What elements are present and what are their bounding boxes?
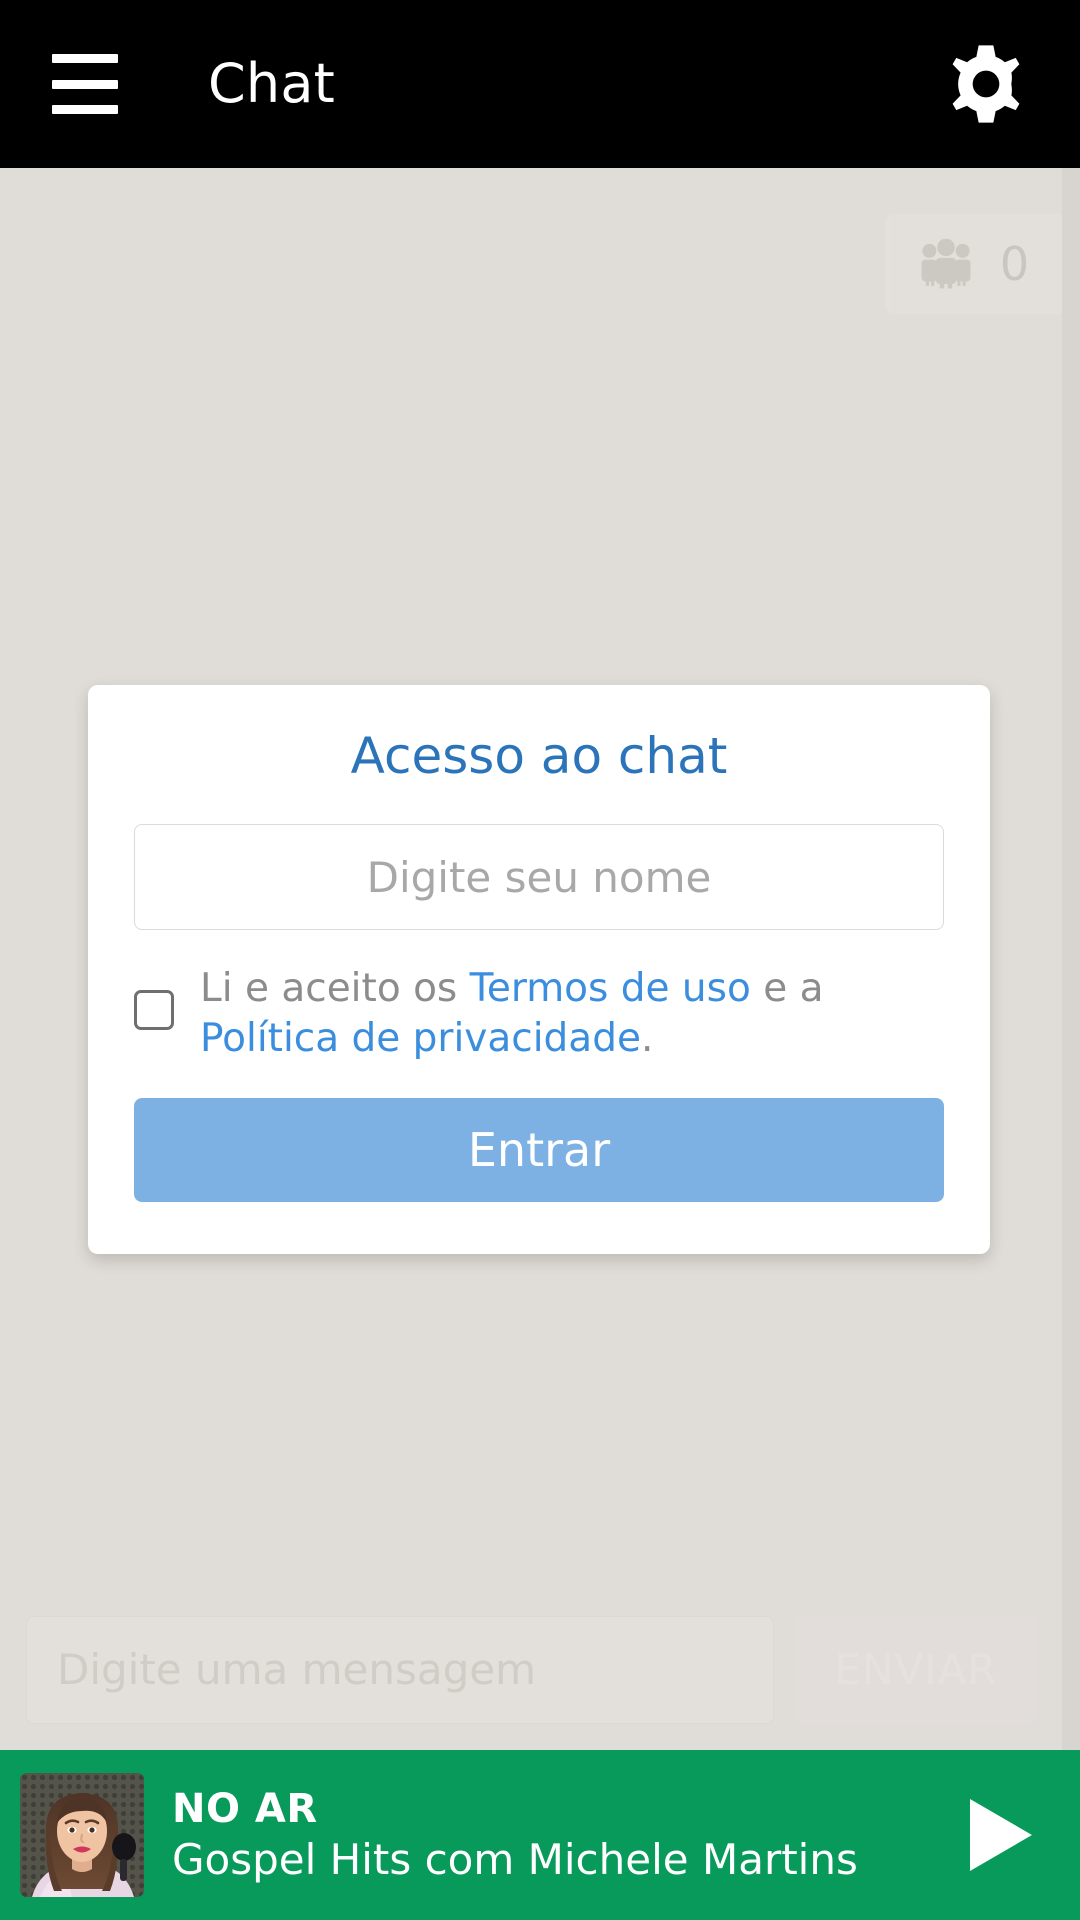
program-thumbnail xyxy=(20,1773,144,1897)
modal-title: Acesso ao chat xyxy=(350,727,728,785)
gear-icon xyxy=(952,45,1020,123)
terms-text: Li e aceito os Termos de uso e a Polític… xyxy=(200,964,944,1064)
name-input[interactable] xyxy=(134,824,944,930)
page-title: Chat xyxy=(208,52,335,115)
terms-of-use-link[interactable]: Termos de uso xyxy=(470,966,751,1011)
terms-middle: e a xyxy=(750,966,824,1011)
terms-checkbox[interactable] xyxy=(134,990,174,1030)
privacy-policy-link[interactable]: Política de privacidade xyxy=(200,1016,641,1061)
chat-scrollbar[interactable] xyxy=(1062,168,1080,1750)
play-button[interactable] xyxy=(948,1783,1052,1887)
message-input[interactable]: Digite uma mensagem xyxy=(26,1616,774,1724)
terms-suffix: . xyxy=(640,1015,654,1061)
send-button[interactable]: ENVIAR xyxy=(796,1616,1036,1724)
host-photo-icon xyxy=(20,1773,144,1897)
online-users-badge[interactable]: 0 xyxy=(885,214,1062,314)
terms-acceptance-row: Li e aceito os Termos de uso e a Polític… xyxy=(134,964,944,1064)
chat-screen: Chat 0 Digite uma mensagem ENVIAR Acesso… xyxy=(0,0,1080,1920)
terms-prefix: Li e aceito os xyxy=(200,966,470,1011)
program-name: Gospel Hits com Michele Martins xyxy=(172,1835,858,1884)
player-info: NO AR Gospel Hits com Michele Martins xyxy=(172,1786,920,1884)
people-group-icon xyxy=(921,239,971,289)
radio-player-bar: NO AR Gospel Hits com Michele Martins xyxy=(0,1750,1080,1920)
settings-button[interactable] xyxy=(940,38,1032,130)
message-composer: Digite uma mensagem ENVIAR xyxy=(0,1590,1062,1750)
play-triangle-icon xyxy=(970,1799,1032,1871)
send-button-label: ENVIAR xyxy=(834,1645,998,1694)
chat-access-modal: Acesso ao chat Li e aceito os Termos de … xyxy=(88,685,990,1254)
app-header: Chat xyxy=(0,0,1080,168)
on-air-status: NO AR xyxy=(172,1785,318,1832)
online-users-count: 0 xyxy=(999,237,1030,291)
hamburger-menu-icon[interactable] xyxy=(52,54,118,114)
enter-chat-button[interactable]: Entrar xyxy=(134,1097,944,1202)
hamburger-bar xyxy=(52,54,118,63)
message-input-placeholder: Digite uma mensagem xyxy=(57,1645,537,1694)
hamburger-bar xyxy=(52,79,118,89)
hamburger-bar xyxy=(52,105,118,114)
